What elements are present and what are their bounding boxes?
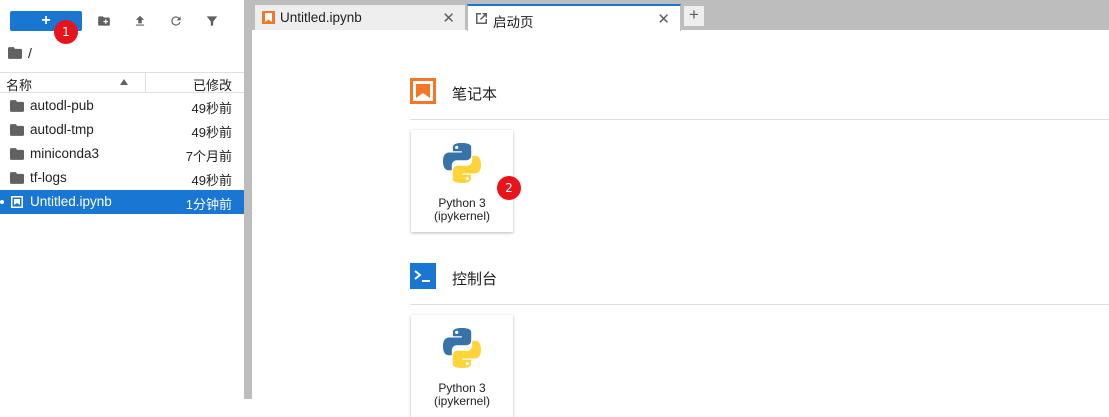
section-divider bbox=[410, 119, 1109, 120]
card-label-line2: (ipykernel) bbox=[433, 209, 490, 223]
tab-bar: Untitled.ipynb ✕ 启动页 ✕ + bbox=[252, 0, 1109, 31]
panel-splitter[interactable] bbox=[244, 0, 252, 399]
folder-icon[interactable] bbox=[8, 47, 22, 59]
file-modified: 49秒前 bbox=[191, 125, 232, 140]
card-label: Python 3 (ipykernel) bbox=[411, 382, 513, 408]
column-header-name[interactable]: 名称 bbox=[6, 75, 32, 94]
console-section-icon bbox=[410, 263, 436, 289]
refresh-button[interactable] bbox=[164, 10, 188, 32]
file-modified: 7个月前 bbox=[185, 149, 232, 164]
folder-icon bbox=[10, 148, 24, 160]
python-logo-icon bbox=[443, 328, 481, 368]
notebook-section-header: 笔记本 bbox=[410, 78, 1109, 120]
list-item[interactable]: autodl-tmp 49秒前 bbox=[0, 118, 244, 142]
console-section-header: 控制台 bbox=[410, 263, 1109, 305]
breadcrumb: / bbox=[8, 44, 32, 62]
tab-launcher[interactable]: 启动页 ✕ bbox=[467, 4, 681, 31]
list-item-selected[interactable]: Untitled.ipynb 1分钟前 bbox=[0, 190, 244, 214]
running-indicator-icon bbox=[0, 200, 4, 204]
python-logo-icon bbox=[443, 143, 481, 183]
section-title: 控制台 bbox=[452, 271, 498, 288]
tab-label: Untitled.ipynb bbox=[280, 10, 362, 25]
new-folder-button[interactable] bbox=[92, 10, 116, 32]
file-name: tf-logs bbox=[30, 170, 67, 185]
tab-label: 启动页 bbox=[493, 15, 534, 30]
file-browser-toolbar: + bbox=[0, 0, 244, 40]
list-item[interactable]: autodl-pub 49秒前 bbox=[0, 94, 244, 118]
add-tab-button[interactable]: + bbox=[683, 5, 705, 27]
file-name: autodl-tmp bbox=[30, 122, 94, 137]
notebook-section-icon bbox=[410, 78, 436, 104]
list-item[interactable]: tf-logs 49秒前 bbox=[0, 166, 244, 190]
file-modified: 49秒前 bbox=[191, 101, 232, 116]
close-icon[interactable]: ✕ bbox=[442, 9, 455, 27]
card-label-line2: (ipykernel) bbox=[433, 394, 490, 408]
step-marker-2: 2 bbox=[497, 176, 521, 200]
sort-ascending-icon bbox=[120, 79, 128, 85]
folder-icon bbox=[10, 124, 24, 136]
upload-icon bbox=[135, 15, 145, 26]
file-browser-panel: + / 名称 已修改 autodl-pub 49秒前 autodl-tmp 49… bbox=[0, 0, 244, 399]
new-folder-icon bbox=[98, 16, 110, 26]
notebook-icon bbox=[262, 11, 275, 24]
tab-untitled-ipynb[interactable]: Untitled.ipynb ✕ bbox=[254, 4, 466, 30]
section-divider bbox=[410, 304, 1109, 305]
file-name: miniconda3 bbox=[30, 146, 100, 161]
file-modified: 1分钟前 bbox=[185, 197, 232, 212]
column-divider[interactable] bbox=[145, 73, 146, 92]
filter-icon bbox=[206, 16, 218, 27]
refresh-icon bbox=[171, 16, 181, 26]
section-title: 笔记本 bbox=[452, 86, 498, 103]
step-marker-1: 1 bbox=[54, 20, 78, 44]
upload-button[interactable] bbox=[128, 10, 152, 32]
launcher-panel: 笔记本 Python 3 (ipykernel) 控制台 Python 3 (i… bbox=[252, 36, 1109, 417]
file-list: autodl-pub 49秒前 autodl-tmp 49秒前 minicond… bbox=[0, 94, 244, 214]
file-modified: 49秒前 bbox=[191, 173, 232, 188]
close-icon[interactable]: ✕ bbox=[657, 10, 670, 28]
notebook-icon bbox=[10, 196, 24, 208]
folder-icon bbox=[10, 172, 24, 184]
file-name: Untitled.ipynb bbox=[30, 194, 112, 209]
column-header-modified[interactable]: 已修改 bbox=[193, 75, 232, 94]
card-label: Python 3 (ipykernel) bbox=[411, 197, 513, 223]
folder-icon bbox=[10, 100, 24, 112]
file-name: autodl-pub bbox=[30, 98, 94, 113]
list-item[interactable]: miniconda3 7个月前 bbox=[0, 142, 244, 166]
console-python3-card[interactable]: Python 3 (ipykernel) bbox=[411, 315, 513, 417]
breadcrumb-root[interactable]: / bbox=[28, 45, 32, 61]
filter-button[interactable] bbox=[200, 10, 224, 32]
launcher-icon bbox=[476, 13, 487, 24]
file-list-header: 名称 已修改 bbox=[0, 72, 244, 93]
